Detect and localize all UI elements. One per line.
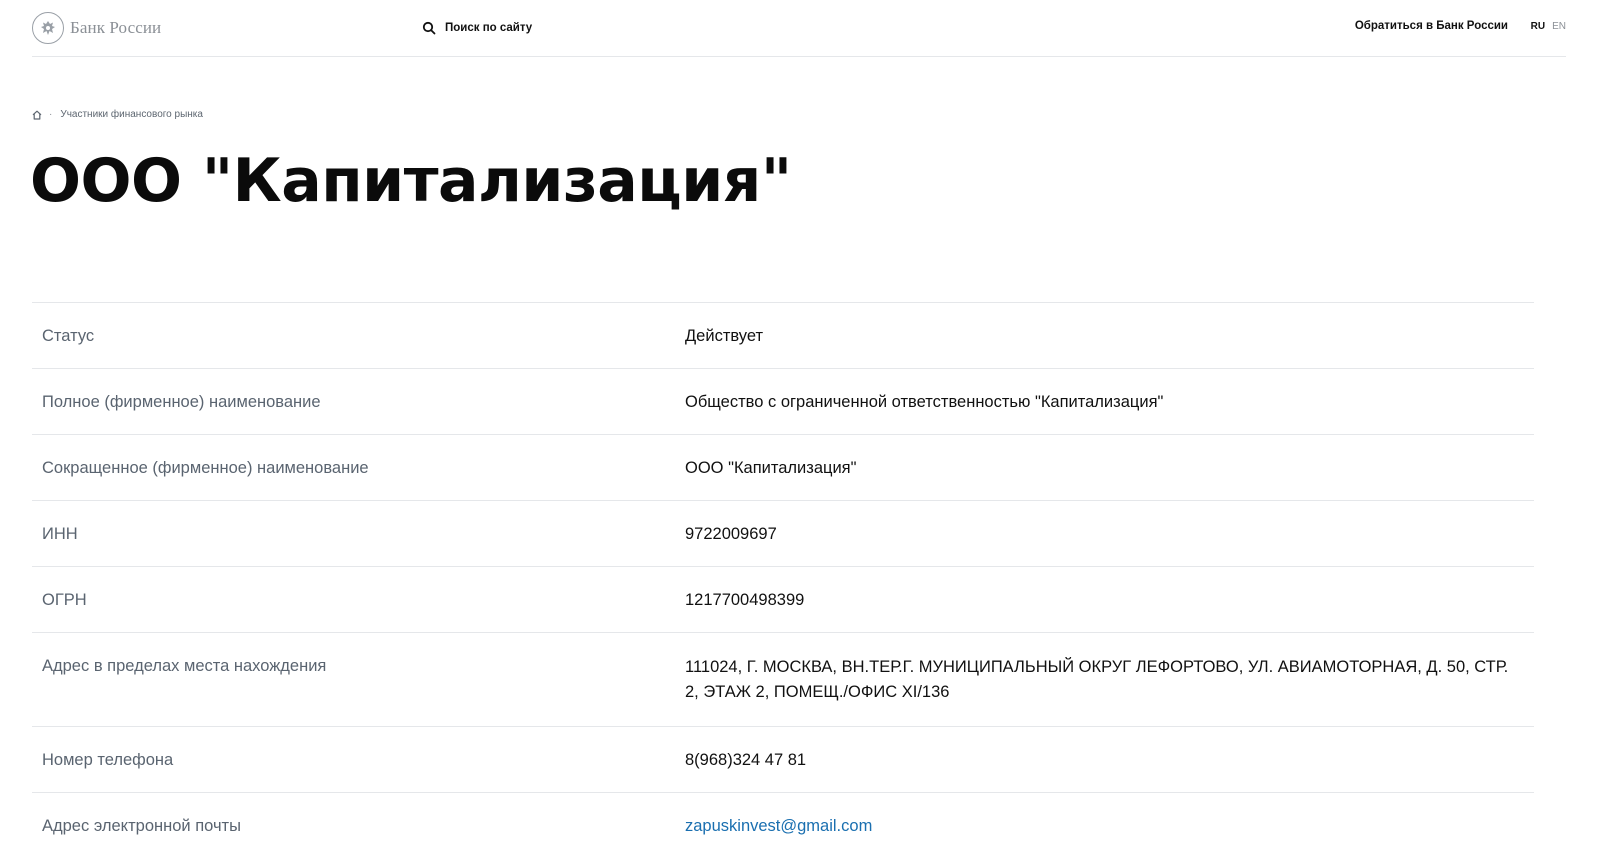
site-header: Банк России Поиск по сайту Обратиться в … bbox=[32, 0, 1566, 57]
lang-en-option[interactable]: EN bbox=[1552, 21, 1566, 32]
detail-value: 8(968)324 47 81 bbox=[685, 751, 807, 769]
email-link[interactable]: zapuskinvest@gmail.com bbox=[685, 817, 872, 835]
organization-details-table: Статус Действует Полное (фирменное) наим… bbox=[32, 302, 1534, 858]
detail-label: Адрес в пределах места нахождения bbox=[42, 657, 327, 675]
detail-value: 1217700498399 bbox=[685, 591, 805, 609]
eagle-emblem-icon bbox=[32, 12, 64, 44]
detail-label: ОГРН bbox=[42, 591, 87, 609]
detail-value: ООО "Капитализация" bbox=[685, 459, 857, 477]
detail-value: 111024, Г. МОСКВА, ВН.ТЕР.Г. МУНИЦИПАЛЬН… bbox=[685, 658, 1509, 701]
page-title: ООО "Капитализация" bbox=[30, 146, 792, 216]
logo-text: Банк России bbox=[70, 18, 162, 37]
detail-label: Номер телефона bbox=[42, 751, 174, 769]
language-switcher: RU EN bbox=[1531, 21, 1566, 32]
detail-label: Статус bbox=[42, 327, 95, 345]
detail-row-ogrn: ОГРН 1217700498399 bbox=[32, 567, 1534, 633]
contact-bank-link[interactable]: Обратиться в Банк России bbox=[1355, 20, 1508, 32]
detail-row-short-name: Сокращенное (фирменное) наименование ООО… bbox=[32, 435, 1534, 501]
breadcrumb-link[interactable]: Участники финансового рынка bbox=[60, 109, 203, 120]
home-icon[interactable] bbox=[32, 110, 42, 120]
detail-value: Общество с ограниченной ответственностью… bbox=[685, 393, 1164, 411]
site-search[interactable]: Поиск по сайту bbox=[422, 18, 532, 38]
bank-logo[interactable]: Банк России bbox=[32, 11, 161, 45]
detail-row-phone: Номер телефона 8(968)324 47 81 bbox=[32, 727, 1534, 793]
detail-row-inn: ИНН 9722009697 bbox=[32, 501, 1534, 567]
breadcrumb-separator: · bbox=[49, 109, 53, 120]
detail-row-status: Статус Действует bbox=[32, 303, 1534, 369]
detail-label: Полное (фирменное) наименование bbox=[42, 393, 321, 411]
detail-label: Адрес электронной почты bbox=[42, 817, 241, 835]
detail-row-email: Адрес электронной почты zapuskinvest@gma… bbox=[32, 793, 1534, 858]
search-icon bbox=[422, 21, 436, 35]
detail-row-full-name: Полное (фирменное) наименование Общество… bbox=[32, 369, 1534, 435]
detail-row-address: Адрес в пределах места нахождения 111024… bbox=[32, 633, 1534, 727]
detail-value: Действует bbox=[685, 327, 764, 345]
breadcrumb: · Участники финансового рынка bbox=[32, 109, 203, 120]
detail-label: Сокращенное (фирменное) наименование bbox=[42, 459, 369, 477]
search-label: Поиск по сайту bbox=[445, 22, 533, 34]
detail-value: zapuskinvest@gmail.com bbox=[685, 793, 1534, 858]
lang-ru-option[interactable]: RU bbox=[1531, 21, 1545, 32]
detail-label: ИНН bbox=[42, 525, 78, 543]
detail-value: 9722009697 bbox=[685, 525, 777, 543]
